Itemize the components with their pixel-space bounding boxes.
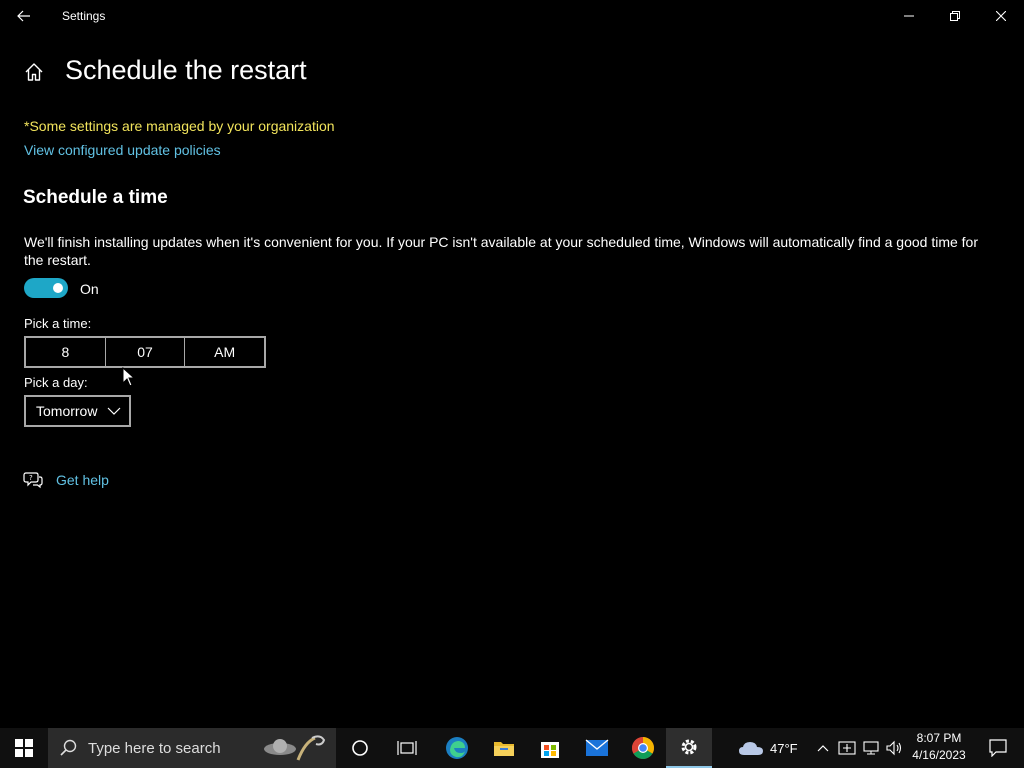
taskbar-search[interactable]: Type here to search — [48, 728, 336, 768]
section-title: Schedule a time — [23, 187, 168, 208]
svg-text:?: ? — [29, 474, 33, 482]
show-hidden-icons-button[interactable] — [811, 728, 835, 768]
pick-day-label: Pick a day: — [24, 375, 88, 390]
clock-date: 4/16/2023 — [912, 748, 966, 762]
close-icon — [996, 11, 1006, 21]
network-icon — [863, 741, 879, 755]
chevron-down-icon — [107, 407, 121, 415]
weather-widget[interactable]: 47°F — [738, 728, 798, 768]
file-explorer-icon — [494, 742, 514, 756]
cortana-button[interactable] — [337, 728, 383, 768]
volume-icon — [886, 740, 902, 756]
managed-notice: *Some settings are managed by your organ… — [24, 118, 335, 134]
cloud-icon — [739, 742, 763, 755]
pick-time-label: Pick a time: — [24, 316, 92, 331]
time-picker[interactable]: 8 07 AM — [24, 336, 266, 368]
clock-time: 8:07 PM — [916, 731, 962, 745]
period-selector[interactable]: AM — [185, 338, 264, 366]
search-highlight-icon — [264, 735, 326, 761]
chrome-button[interactable] — [620, 728, 666, 768]
store-icon — [541, 742, 559, 758]
edge-button[interactable] — [434, 728, 480, 768]
get-help-link[interactable]: Get help — [56, 472, 109, 488]
mail-icon — [585, 739, 609, 756]
schedule-description: We'll finish installing updates when it'… — [24, 234, 979, 268]
volume-button[interactable] — [882, 728, 906, 768]
minute-selector[interactable]: 07 — [106, 338, 186, 366]
minimize-button[interactable] — [886, 0, 932, 32]
restore-icon — [950, 11, 960, 21]
task-view-button[interactable] — [384, 728, 430, 768]
restore-button[interactable] — [932, 0, 978, 32]
edge-icon — [446, 737, 468, 759]
task-view-icon — [397, 741, 417, 755]
store-button[interactable] — [527, 728, 573, 768]
chrome-icon — [632, 737, 654, 759]
search-placeholder: Type here to search — [88, 739, 221, 757]
back-arrow-icon — [17, 10, 30, 22]
minimize-icon — [904, 15, 914, 17]
help-chat-icon: ? — [23, 472, 43, 489]
mail-button[interactable] — [574, 728, 620, 768]
page-title: Schedule the restart — [65, 55, 307, 85]
security-icon — [838, 741, 856, 755]
file-explorer-button[interactable] — [481, 728, 527, 768]
day-dropdown[interactable]: Tomorrow — [24, 395, 131, 427]
mouse-cursor-icon — [122, 367, 136, 387]
tray-security-button[interactable] — [835, 728, 859, 768]
start-button[interactable] — [0, 728, 48, 768]
weather-temperature: 47°F — [770, 740, 798, 756]
home-button[interactable] — [22, 60, 46, 84]
view-policies-link[interactable]: View configured update policies — [24, 142, 221, 158]
chevron-up-icon — [817, 745, 829, 752]
search-icon — [60, 739, 77, 756]
notification-icon — [989, 739, 1007, 757]
day-dropdown-value: Tomorrow — [36, 403, 98, 419]
settings-icon — [681, 739, 697, 755]
notifications-button[interactable] — [978, 728, 1018, 768]
schedule-toggle[interactable] — [24, 278, 68, 298]
hour-selector[interactable]: 8 — [26, 338, 106, 366]
title-bar: Settings — [0, 0, 1024, 32]
window-title: Settings — [62, 9, 106, 23]
back-button[interactable] — [8, 4, 40, 28]
home-icon — [25, 63, 43, 81]
cortana-icon — [352, 740, 368, 756]
network-button[interactable] — [859, 728, 883, 768]
close-button[interactable] — [978, 0, 1024, 32]
taskbar-clock[interactable]: 8:07 PM 4/16/2023 — [905, 730, 973, 764]
toggle-state-label: On — [80, 281, 99, 297]
toggle-knob — [53, 283, 63, 293]
taskbar: Type here to search 47°F 8:07 PM 4/16/20… — [0, 728, 1024, 768]
windows-logo-icon — [15, 739, 33, 757]
settings-taskbar-button[interactable] — [666, 728, 712, 768]
